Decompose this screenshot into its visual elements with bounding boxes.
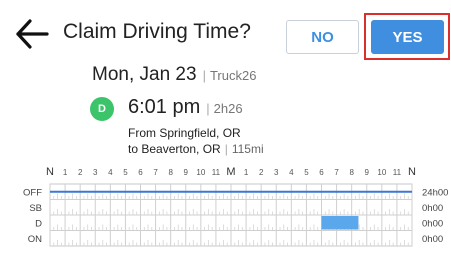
hour-label: 7 bbox=[334, 168, 339, 177]
event-time: 6:01 pm bbox=[128, 96, 201, 118]
arrow-left-icon bbox=[16, 19, 49, 49]
route-to: to Beaverton, OR bbox=[128, 142, 221, 156]
log-grid-chart: N 1 2 3 4 5 6 7 8 9 10 11 M 1 2 3 4 5 6 7 8 9 10 11 NOFF 24h00SB 0… bbox=[23, 166, 448, 247]
hour-label: 1 bbox=[63, 168, 68, 177]
hour-label: N bbox=[46, 166, 54, 178]
hour-label: N bbox=[408, 166, 416, 178]
hour-label: 3 bbox=[274, 168, 279, 177]
hour-label: 5 bbox=[123, 168, 128, 177]
hour-label: 3 bbox=[93, 168, 98, 177]
hour-label: 9 bbox=[184, 168, 189, 177]
hour-label: 4 bbox=[108, 168, 113, 177]
claim-driving-time-screen: Claim Driving Time? NO YES Mon, Jan 23 | T… bbox=[0, 0, 451, 263]
event-date: Mon, Jan 23 bbox=[92, 64, 197, 85]
hour-label: 2 bbox=[259, 168, 264, 177]
hour-label: 6 bbox=[138, 168, 143, 177]
separator: | bbox=[202, 68, 206, 83]
event-time-line: 6:01 pm | 2h26 bbox=[128, 96, 243, 119]
hour-label: 5 bbox=[304, 168, 309, 177]
back-button[interactable] bbox=[14, 18, 50, 50]
driving-status-badge: D bbox=[90, 97, 114, 121]
hour-label: 11 bbox=[393, 168, 402, 177]
claim-segment bbox=[321, 216, 359, 230]
no-button[interactable]: NO bbox=[286, 20, 359, 54]
log-grid: N 1 2 3 4 5 6 7 8 9 10 11 M 1 2 3 4 5 6 7 8 9 10 11 N OFF 24h00 SB 0… bbox=[0, 166, 451, 256]
hour-label: 4 bbox=[289, 168, 294, 177]
row-label: ON bbox=[28, 234, 42, 245]
event-duration: 2h26 bbox=[213, 101, 243, 116]
row-total: 0h00 bbox=[422, 203, 443, 214]
route-info: From Springfield, OR to Beaverton, OR | 11… bbox=[128, 125, 264, 157]
event-date-line: Mon, Jan 23 | Truck26 bbox=[92, 64, 256, 86]
row-label: D bbox=[35, 218, 42, 229]
hour-label: 1 bbox=[244, 168, 249, 177]
hour-label: 6 bbox=[319, 168, 324, 177]
route-from: From Springfield, OR bbox=[128, 126, 241, 140]
hour-label: 9 bbox=[365, 168, 370, 177]
route-distance: 115mi bbox=[231, 142, 264, 156]
row-total: 0h00 bbox=[422, 234, 443, 245]
route-to-line: to Beaverton, OR | 115mi bbox=[128, 141, 264, 157]
row-total: 24h00 bbox=[422, 187, 448, 198]
row-label: SB bbox=[29, 203, 42, 214]
hour-label: 7 bbox=[153, 168, 158, 177]
separator: | bbox=[206, 101, 210, 116]
row-total: 0h00 bbox=[422, 218, 443, 229]
hour-label: 8 bbox=[168, 168, 173, 177]
hour-label: 10 bbox=[196, 168, 205, 177]
row-label: OFF bbox=[23, 187, 42, 198]
truck-name: Truck26 bbox=[209, 68, 257, 83]
hour-label: M bbox=[226, 166, 235, 178]
separator: | bbox=[224, 142, 228, 156]
hour-label: 11 bbox=[212, 168, 221, 177]
hour-label: 8 bbox=[349, 168, 354, 177]
page-title: Claim Driving Time? bbox=[63, 20, 251, 43]
yes-button[interactable]: YES bbox=[371, 20, 444, 54]
hour-label: 2 bbox=[78, 168, 83, 177]
hour-label: 10 bbox=[377, 168, 386, 177]
